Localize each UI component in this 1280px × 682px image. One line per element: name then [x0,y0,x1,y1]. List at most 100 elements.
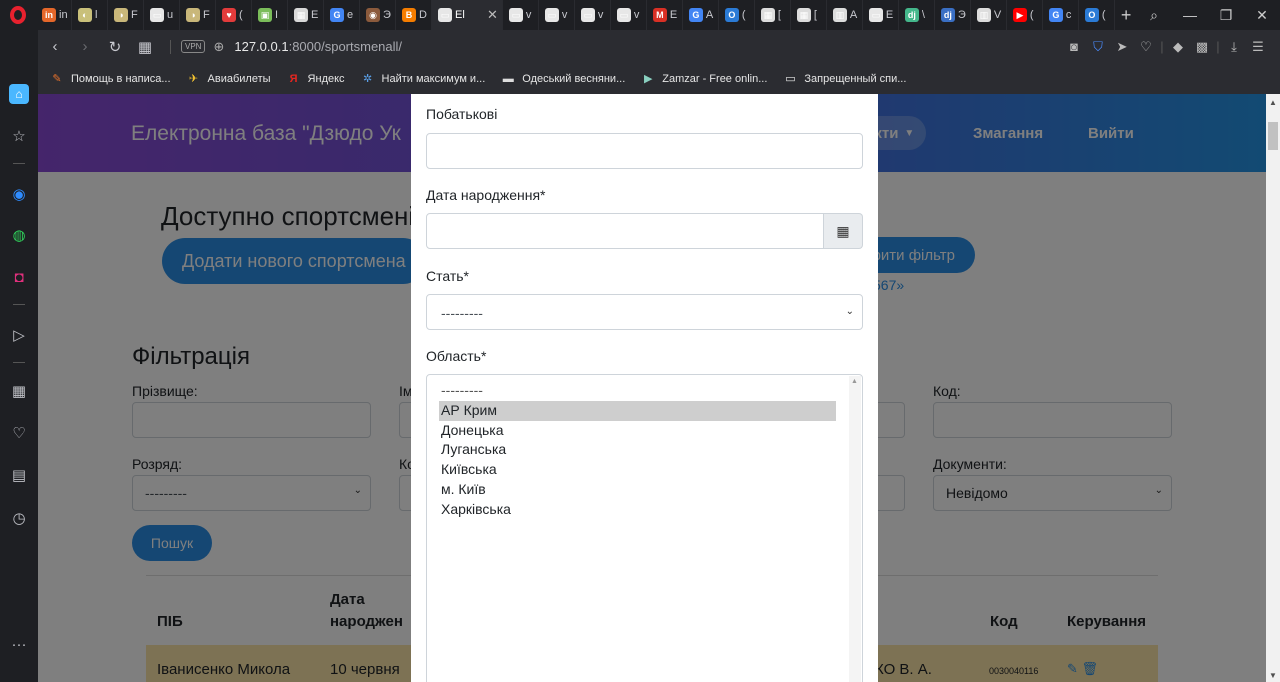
scroll-down-icon[interactable]: ▼ [1269,671,1277,680]
bookmark-label: Найти максимум и... [381,72,486,85]
new-tab-button[interactable]: + [1121,5,1132,26]
browser-tab[interactable]: ▦[ [755,0,791,30]
browser-tab[interactable]: ▥ A [827,0,863,30]
messenger-icon[interactable]: ◉ [9,184,29,204]
easy-setup-icon[interactable]: ☰ [1246,39,1270,55]
browser-tab[interactable]: dj Э [935,0,971,30]
browser-tab[interactable]: ▦ E [288,0,324,30]
browser-tab[interactable]: ▶( [1007,0,1043,30]
browser-tab[interactable]: O( [1079,0,1115,30]
patronymic-input[interactable] [426,133,863,169]
bookmark-item[interactable]: ✈ Авиабилеты [187,72,271,86]
browser-tab[interactable]: dj \ [899,0,935,30]
bookmark-item[interactable]: ▬ Одеський весняни... [501,72,626,86]
browser-tab[interactable]: ◐ l [72,0,108,30]
heart-icon[interactable]: ♡ [9,423,29,443]
shield-icon[interactable]: ⛉ [1086,39,1110,55]
tab-title: ( [1029,9,1034,21]
region-listbox[interactable]: --------- АР Крим Донецька Луганська Київськ… [426,374,863,682]
browser-tab[interactable]: ▥ V [971,0,1007,30]
region-option[interactable]: Донецька [439,421,836,441]
browser-tab[interactable]: ▭ v [539,0,575,30]
browser-tab[interactable]: ME [647,0,683,30]
opera-menu-button[interactable] [0,0,36,30]
browser-tab[interactable]: ◉ Э [360,0,396,30]
more-icon[interactable]: ··· [9,634,29,654]
browser-tab[interactable]: in in [36,0,72,30]
close-window-button[interactable]: ✕ [1244,7,1280,24]
browser-tab[interactable]: ▭ v [575,0,611,30]
extension-icon[interactable]: ◆ [1166,39,1190,55]
calendar-icon[interactable]: ▦ [824,213,863,249]
browser-tab[interactable]: Gc [1043,0,1079,30]
browser-tab[interactable]: ▦[ [791,0,827,30]
bookmark-icon: ▭ [785,73,796,85]
speed-dial-icon[interactable]: ▦ [9,381,29,401]
region-option[interactable]: Харківська [439,500,836,520]
tab-title: F [131,9,138,21]
birthdate-input[interactable] [426,213,824,249]
cube-icon[interactable]: ▩ [1190,39,1214,55]
back-button[interactable]: ‹ [40,38,70,55]
listbox-scrollbar[interactable]: ▲ [849,376,861,682]
bookmark-item[interactable]: ▶ Zamzar - Free onlin... [641,72,767,86]
browser-tab[interactable]: GA [683,0,719,30]
browser-tab[interactable]: ◑ F [108,0,144,30]
download-icon[interactable]: ⤓ [1222,39,1246,55]
speed-dial-icon[interactable]: ▦ [130,38,160,56]
tab-favicon-icon: ◐ [78,8,92,22]
browser-tab[interactable]: BD [396,0,432,30]
opera-logo-icon [10,6,26,24]
tab-title: [ [777,9,781,21]
scroll-up-icon[interactable]: ▲ [851,378,858,385]
tab-favicon-icon: G [330,8,344,22]
bookmark-item[interactable]: Я Яндекс [287,72,345,86]
browser-tab[interactable]: O( [719,0,755,30]
bookmark-item[interactable]: ✎ Помощь в написа... [50,72,170,86]
tab-title: v [525,9,532,21]
url-field[interactable]: 127.0.0.1:8000/sportsmenall/ [234,39,402,54]
browser-tab[interactable]: ▭ u [144,0,180,30]
reload-button[interactable]: ↻ [100,38,130,56]
camera-icon[interactable]: ◙ [1062,39,1086,54]
browser-tab[interactable]: ▭ E [863,0,899,30]
tab-favicon-icon: M [652,8,667,22]
close-tab-icon[interactable]: ✕ [487,7,498,23]
browser-tab[interactable]: ▭ v [503,0,539,30]
whatsapp-icon[interactable]: ◍ [9,225,29,245]
region-option[interactable]: Київська [439,460,836,480]
browser-tab[interactable]: ▭ El ✕ [432,0,503,30]
browser-tab[interactable]: ▣ I [252,0,288,30]
heart-icon[interactable]: ♡ [1134,39,1158,55]
tab-title: V [993,9,1002,21]
browser-tab[interactable]: ▭ v [611,0,647,30]
scroll-up-icon[interactable]: ▲ [1269,98,1277,107]
browser-tab[interactable]: ♥( [216,0,252,30]
minimize-button[interactable]: — [1172,7,1208,23]
bookmark-item[interactable]: ▭ Запрещенный спи... [783,72,906,86]
instagram-icon[interactable]: ◘ [9,267,29,287]
region-option[interactable]: АР Крим [439,400,836,421]
page-scrollbar[interactable]: ▲ ▼ [1266,94,1280,682]
region-option[interactable]: м. Київ [439,480,836,500]
url-path: :8000/sportsmenall/ [288,39,403,54]
browser-tab[interactable]: ◑ F [180,0,216,30]
history-icon[interactable]: ◷ [9,508,29,528]
send-icon[interactable]: ▷ [9,325,29,345]
browser-tab[interactable]: Ge [324,0,360,30]
scrollbar-thumb[interactable] [1268,122,1278,150]
tab-favicon-icon: ▭ [580,8,595,22]
restore-button[interactable]: ❐ [1208,7,1244,24]
tab-title: Э [383,9,391,21]
send-icon[interactable]: ➤ [1110,39,1134,55]
search-tabs-icon[interactable]: ⌕ [1136,7,1172,24]
gender-select[interactable]: --------- ⌄ [426,294,863,330]
home-icon[interactable]: ⌂ [9,84,29,104]
bookmark-item[interactable]: ✲ Найти максимум и... [361,72,486,86]
forward-button[interactable]: › [70,38,100,55]
news-icon[interactable]: ▤ [9,465,29,485]
star-icon[interactable]: ☆ [9,126,29,146]
region-option[interactable]: Луганська [439,440,836,460]
vpn-badge[interactable]: VPN [181,40,206,53]
region-option[interactable]: --------- [439,381,836,401]
